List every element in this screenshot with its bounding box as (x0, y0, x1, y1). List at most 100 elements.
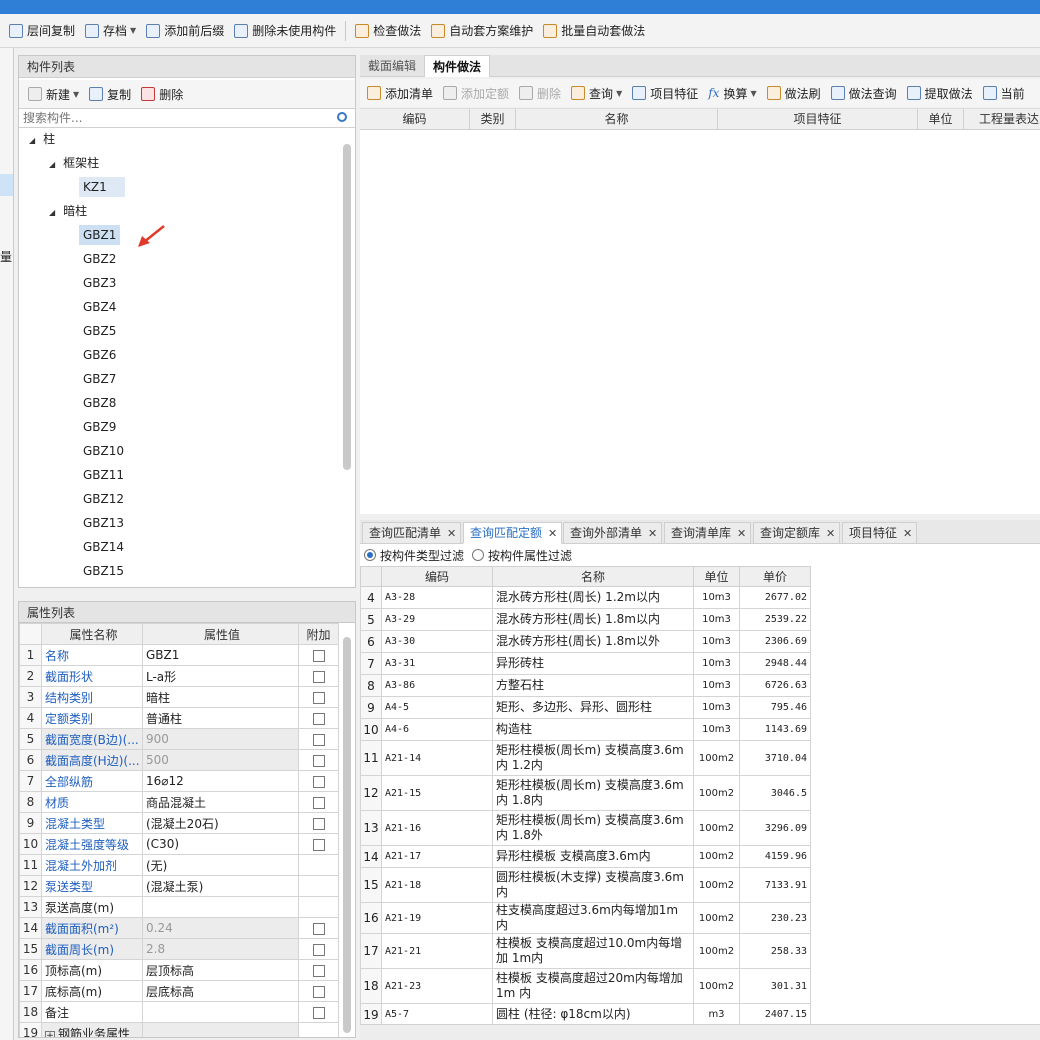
search-icon[interactable] (337, 112, 347, 122)
quota-price-header[interactable]: 单价 (739, 566, 811, 587)
table-row[interactable]: 5 A3-29 混水砖方形柱(周长) 1.8m以内 10m3 2539.22 (360, 608, 811, 631)
tab-section-edit[interactable]: 截面编辑 (360, 55, 424, 77)
property-row[interactable]: 6 截面高度(H边)(... 500 (19, 749, 339, 771)
table-row[interactable]: 16 A21-19 柱支模高度超过3.6m内每增加1m内 100m2 230.23 (360, 902, 811, 934)
property-row[interactable]: 14 截面面积(m²) 0.24 (19, 917, 339, 939)
delete-method-button[interactable]: 删除 (514, 80, 566, 106)
property-row[interactable]: 10 混凝土强度等级 (C30) (19, 833, 339, 855)
component-list-scrollbar[interactable] (343, 144, 351, 470)
tree-leaf-gbz9[interactable]: GBZ9 (79, 417, 120, 437)
quota-unit-header[interactable]: 单位 (693, 566, 740, 587)
property-row[interactable]: 15 截面周长(m) 2.8 (19, 938, 339, 960)
extra-checkbox[interactable] (312, 964, 325, 977)
col-name[interactable]: 名称 (516, 109, 718, 130)
table-row[interactable]: 18 A21-23 柱模板 支模高度超过20m内每增加1m 内 100m2 301.31 (360, 968, 811, 1004)
tree-node-hidden-column[interactable]: ◢ 暗柱 (49, 201, 87, 221)
tree-leaf-gbz15[interactable]: GBZ15 (79, 561, 128, 581)
delete-component-button[interactable]: 删除 (136, 81, 188, 107)
delete-unused-button[interactable]: 删除未使用构件 (229, 18, 341, 44)
property-list-scrollbar[interactable] (343, 637, 351, 1033)
tree-leaf-gbz1[interactable]: GBZ1 (79, 225, 121, 245)
extra-checkbox[interactable] (312, 754, 325, 767)
add-list-button[interactable]: 添加清单 (362, 80, 438, 106)
table-row[interactable]: 17 A21-21 柱模板 支模高度超过10.0m内每增加 1m内 100m2 258.… (360, 933, 811, 969)
extra-checkbox[interactable] (312, 796, 325, 809)
tab-match-list[interactable]: 查询匹配清单 ✕ (362, 522, 462, 544)
copy-layers-button[interactable]: 层间复制 (4, 18, 80, 44)
close-icon[interactable]: ✕ (826, 527, 835, 540)
current-button[interactable]: 当前 (978, 80, 1030, 106)
table-row[interactable]: 6 A3-30 混水砖方形柱(周长) 1.8m以外 10m3 2306.69 (360, 630, 811, 653)
quota-name-header[interactable]: 名称 (492, 566, 694, 587)
table-row[interactable]: 13 A21-16 矩形柱模板(周长m) 支模高度3.6m内 1.8外 100m2 32… (360, 810, 811, 846)
table-row[interactable]: 14 A21-17 异形柱模板 支模高度3.6m内 100m2 4159.96 (360, 845, 811, 868)
table-row[interactable]: 10 A4-6 构造柱 10m3 1143.69 (360, 718, 811, 741)
col-category[interactable]: 类别 (470, 109, 516, 130)
tree-leaf-gbz14[interactable]: GBZ14 (79, 537, 128, 557)
extra-checkbox[interactable] (312, 1006, 325, 1019)
tree-leaf-gbz6[interactable]: GBZ6 (79, 345, 120, 365)
table-row[interactable]: 8 A3-86 方整石柱 10m3 6726.63 (360, 674, 811, 697)
close-icon[interactable]: ✕ (737, 527, 746, 540)
col-feature[interactable]: 项目特征 (718, 109, 918, 130)
check-method-button[interactable]: 检查做法 (350, 18, 426, 44)
tree-node-frame-column[interactable]: ◢ 框架柱 (49, 153, 99, 173)
component-search-input[interactable] (19, 109, 319, 127)
filter-by-type[interactable]: 按构件类型过滤 (364, 547, 464, 564)
property-row[interactable]: 13 泵送高度(m) (19, 896, 339, 918)
property-row[interactable]: 1 名称 GBZ1 (19, 644, 339, 666)
method-grid-body[interactable] (360, 130, 1040, 514)
col-code[interactable]: 编码 (360, 109, 470, 130)
property-row[interactable]: 5 截面宽度(B边)(... 900 (19, 728, 339, 750)
item-feature-button[interactable]: 项目特征 (627, 80, 703, 106)
close-icon[interactable]: ✕ (548, 527, 557, 540)
extra-checkbox[interactable] (312, 775, 325, 788)
expand-triangle-icon[interactable]: ◢ (49, 203, 55, 223)
query-button[interactable]: 查询 ▼ (566, 80, 627, 106)
table-row[interactable]: 4 A3-28 混水砖方形柱(周长) 1.2m以内 10m3 2677.02 (360, 586, 811, 609)
tree-leaf-gbz5[interactable]: GBZ5 (79, 321, 120, 341)
add-quota-button[interactable]: 添加定额 (438, 80, 514, 106)
quota-horizontal-scrollbar[interactable] (360, 1024, 1040, 1040)
method-brush-button[interactable]: 做法刷 (762, 80, 826, 106)
quota-code-header[interactable]: 编码 (381, 566, 493, 587)
extra-checkbox[interactable] (312, 817, 325, 830)
extra-checkbox[interactable] (312, 670, 325, 683)
save-button[interactable]: 存档 ▼ (80, 18, 141, 44)
tree-leaf-gbz12[interactable]: GBZ12 (79, 489, 128, 509)
tab-component-method[interactable]: 构件做法 (424, 55, 491, 77)
property-row[interactable]: 19 + 钢筋业务属性 (19, 1022, 339, 1037)
property-row[interactable]: 2 截面形状 L-a形 (19, 665, 339, 687)
property-row[interactable]: 4 定额类别 普通柱 (19, 707, 339, 729)
radio-by-attr[interactable] (472, 549, 485, 561)
property-row[interactable]: 16 顶标高(m) 层顶标高 (19, 959, 339, 981)
tab-item-feature[interactable]: 项目特征 ✕ (842, 522, 918, 544)
extra-checkbox[interactable] (312, 691, 325, 704)
property-row[interactable]: 7 全部纵筋 16⌀12 (19, 770, 339, 792)
copy-component-button[interactable]: 复制 (84, 81, 136, 107)
tree-leaf-kz1[interactable]: KZ1 (79, 177, 125, 197)
auto-scheme-button[interactable]: 自动套方案维护 (426, 18, 538, 44)
tree-leaf-gbz8[interactable]: GBZ8 (79, 393, 120, 413)
tree-leaf-gbz4[interactable]: GBZ4 (79, 297, 120, 317)
tree-leaf-gbz7[interactable]: GBZ7 (79, 369, 120, 389)
left-nav-selected[interactable] (0, 174, 13, 196)
convert-button[interactable]: fx 换算 ▼ (703, 80, 761, 106)
tree-leaf-gbz3[interactable]: GBZ3 (79, 273, 120, 293)
tree-leaf-gbz2[interactable]: GBZ2 (79, 249, 120, 269)
property-row[interactable]: 18 备注 (19, 1001, 339, 1023)
close-icon[interactable]: ✕ (903, 527, 912, 540)
tree-leaf-gbz13[interactable]: GBZ13 (79, 513, 128, 533)
new-component-button[interactable]: 新建 ▼ (23, 81, 84, 107)
close-icon[interactable]: ✕ (648, 527, 657, 540)
table-row[interactable]: 7 A3-31 异形砖柱 10m3 2948.44 (360, 652, 811, 675)
expand-plus-icon[interactable]: + (45, 1030, 55, 1037)
col-quantity-expr[interactable]: 工程量表达 (964, 109, 1040, 130)
filter-by-attr[interactable]: 按构件属性过滤 (472, 547, 572, 564)
table-row[interactable]: 9 A4-5 矩形、多边形、异形、圆形柱 10m3 795.46 (360, 696, 811, 719)
property-row[interactable]: 3 结构类别 暗柱 (19, 686, 339, 708)
tab-quota-library[interactable]: 查询定额库 ✕ (753, 522, 841, 544)
tab-match-quota[interactable]: 查询匹配定额 ✕ (463, 522, 563, 544)
extra-checkbox[interactable] (312, 649, 325, 662)
tab-external-list[interactable]: 查询外部清单 ✕ (563, 522, 663, 544)
